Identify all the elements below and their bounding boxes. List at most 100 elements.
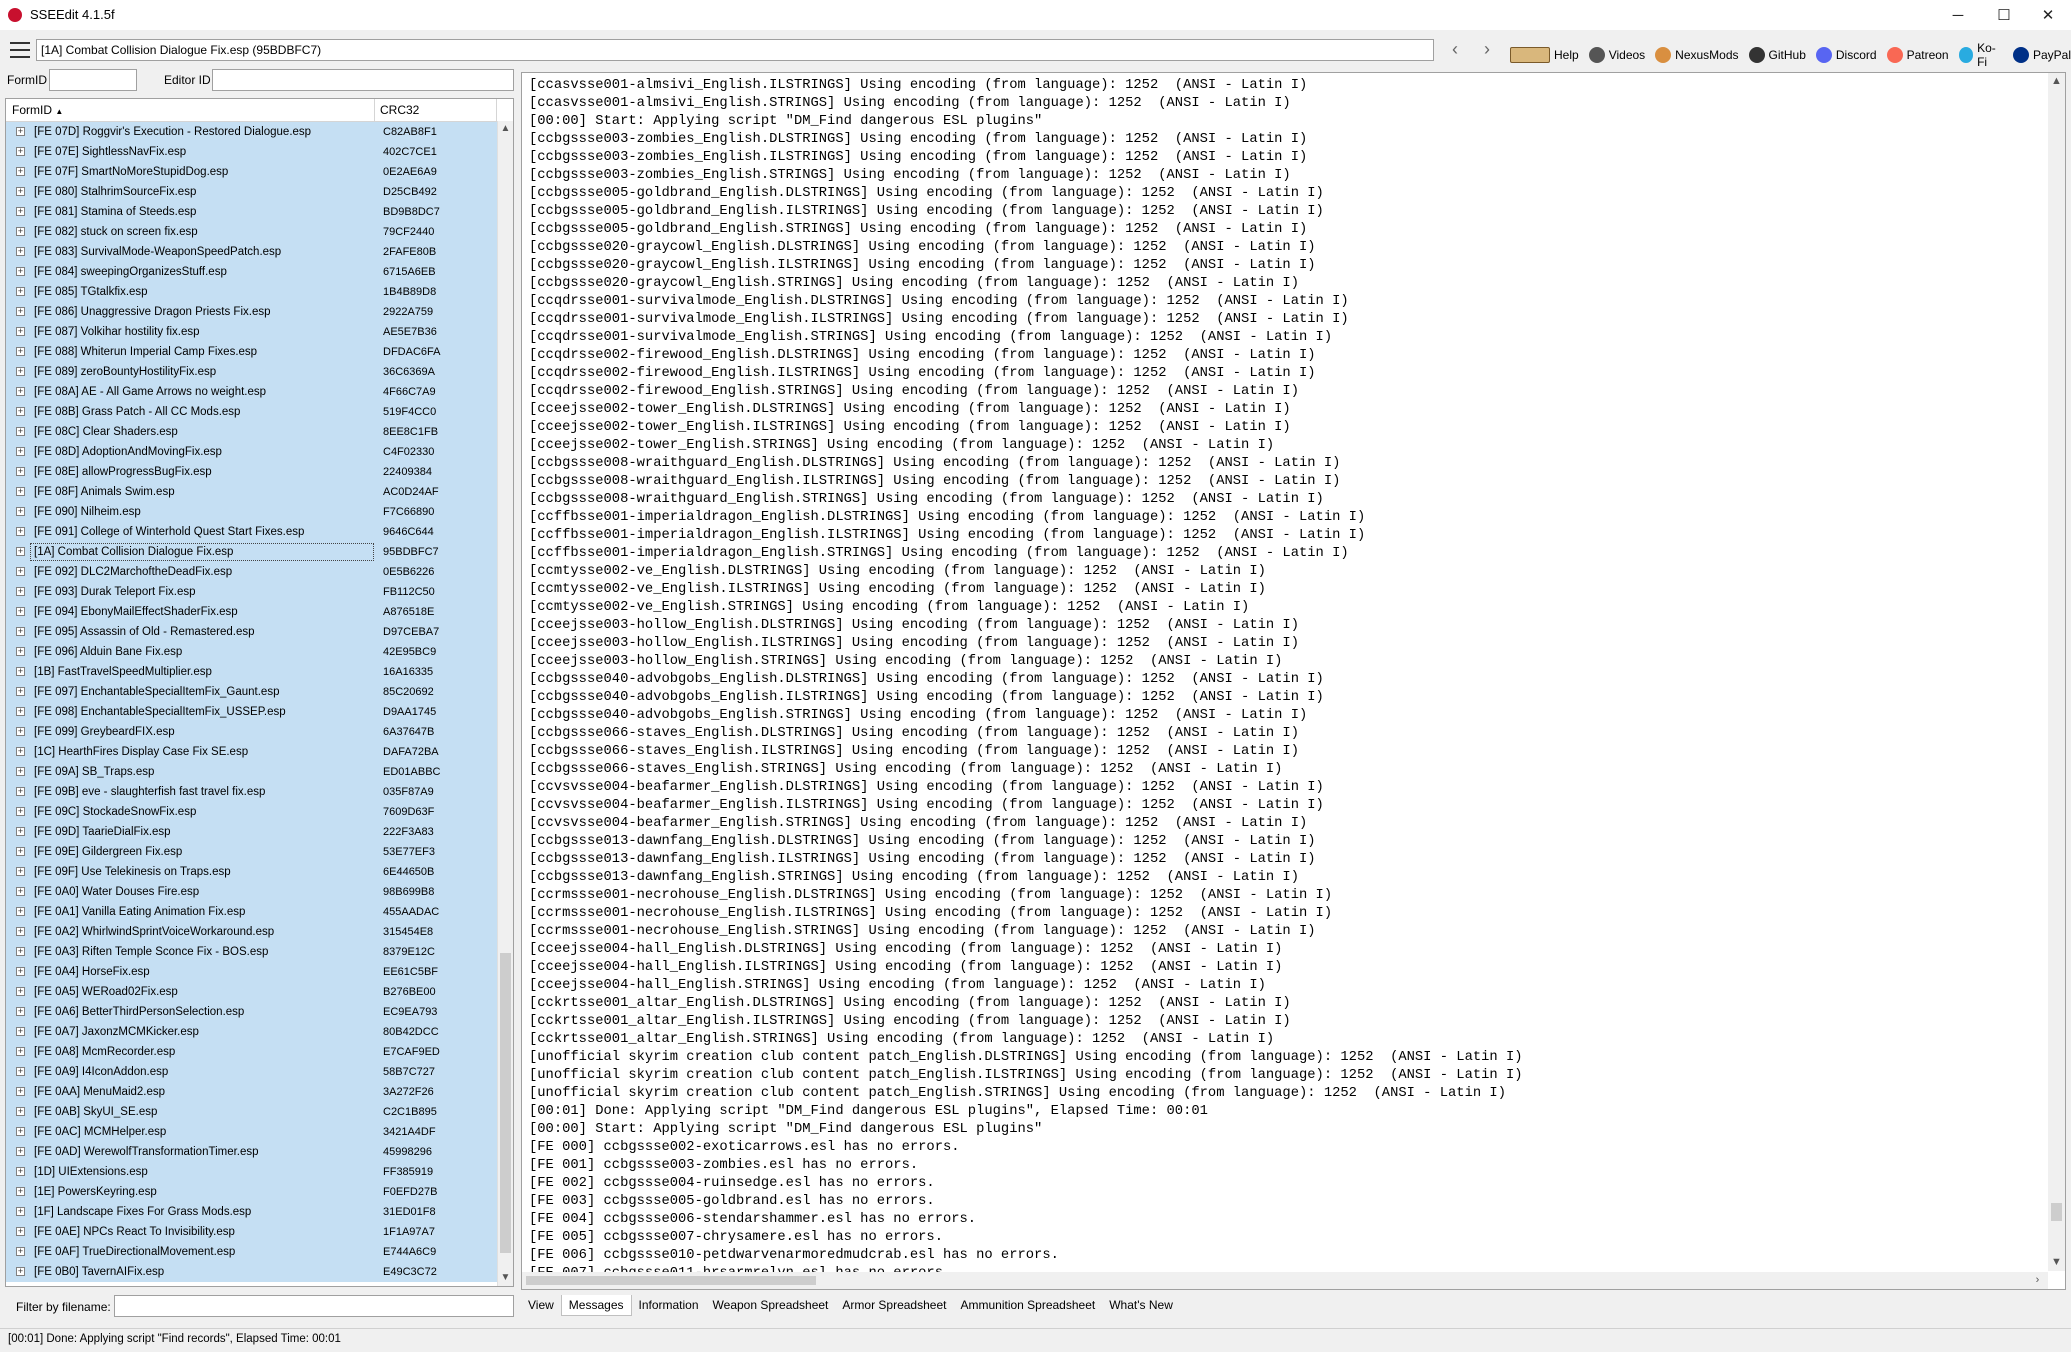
expand-icon[interactable]: +: [16, 667, 25, 676]
tree-row[interactable]: + [FE 09D] TaarieDialFix.esp 222F3A83: [6, 822, 499, 842]
tree-row[interactable]: + [FE 098] EnchantableSpecialItemFix_USSE…: [6, 702, 499, 722]
tree-row[interactable]: + [1E] PowersKeyring.esp F0EFD27B: [6, 1182, 499, 1202]
expand-icon[interactable]: +: [16, 387, 25, 396]
expand-icon[interactable]: +: [16, 607, 25, 616]
expand-icon[interactable]: +: [16, 1167, 25, 1176]
tree-row[interactable]: + [FE 0A2] WhirlwindSprintVoiceWorkaround…: [6, 922, 499, 942]
expand-icon[interactable]: +: [16, 807, 25, 816]
expand-icon[interactable]: +: [16, 627, 25, 636]
tab-what-s-new[interactable]: What's New: [1102, 1295, 1180, 1316]
link-patreon[interactable]: Patreon: [1886, 47, 1949, 63]
tree-row[interactable]: + [FE 0AB] SkyUI_SE.esp C2C1B895: [6, 1102, 499, 1122]
tree-row[interactable]: + [FE 0A4] HorseFix.esp EE61C5BF: [6, 962, 499, 982]
tree-row[interactable]: + [FE 07E] SightlessNavFix.esp 402C7CE1: [6, 142, 499, 162]
tree-row[interactable]: + [FE 0AC] MCMHelper.esp 3421A4DF: [6, 1122, 499, 1142]
tree-row[interactable]: + [FE 08D] AdoptionAndMovingFix.esp C4F023…: [6, 442, 499, 462]
expand-icon[interactable]: +: [16, 507, 25, 516]
expand-icon[interactable]: +: [16, 687, 25, 696]
scroll-thumb[interactable]: [2051, 1203, 2062, 1221]
tree-row[interactable]: + [FE 0A6] BetterThirdPersonSelection.esp…: [6, 1002, 499, 1022]
expand-icon[interactable]: +: [16, 927, 25, 936]
link-ko-fi[interactable]: Ko-Fi: [1958, 41, 2003, 69]
expand-icon[interactable]: +: [16, 267, 25, 276]
expand-icon[interactable]: +: [16, 347, 25, 356]
expand-icon[interactable]: +: [16, 747, 25, 756]
expand-icon[interactable]: +: [16, 847, 25, 856]
expand-icon[interactable]: +: [16, 487, 25, 496]
tree-row[interactable]: + [FE 085] TGtalkfix.esp 1B4B89D8: [6, 282, 499, 302]
tab-information[interactable]: Information: [632, 1295, 706, 1316]
expand-icon[interactable]: +: [16, 567, 25, 576]
tree-row[interactable]: + [FE 09B] eve - slaughterfish fast trave…: [6, 782, 499, 802]
expand-icon[interactable]: +: [16, 207, 25, 216]
expand-icon[interactable]: +: [16, 287, 25, 296]
tree-row[interactable]: + [FE 093] Durak Teleport Fix.esp FB112C50: [6, 582, 499, 602]
expand-icon[interactable]: +: [16, 587, 25, 596]
tree-row[interactable]: + [FE 0A0] Water Douses Fire.esp 98B699B8: [6, 882, 499, 902]
expand-icon[interactable]: +: [16, 147, 25, 156]
expand-icon[interactable]: +: [16, 127, 25, 136]
column-header-crc32[interactable]: CRC32: [380, 103, 419, 117]
expand-icon[interactable]: +: [16, 1207, 25, 1216]
expand-icon[interactable]: +: [16, 547, 25, 556]
tree-row[interactable]: + [1D] UIExtensions.esp FF385919: [6, 1162, 499, 1182]
expand-icon[interactable]: +: [16, 707, 25, 716]
link-discord[interactable]: Discord: [1815, 47, 1877, 63]
close-button[interactable]: ✕: [2025, 0, 2071, 30]
formid-input[interactable]: [49, 69, 137, 91]
expand-icon[interactable]: +: [16, 967, 25, 976]
tree-row[interactable]: + [FE 089] zeroBountyHostilityFix.esp 36C6…: [6, 362, 499, 382]
expand-icon[interactable]: +: [16, 987, 25, 996]
scroll-down-icon[interactable]: ▼: [2048, 1254, 2065, 1271]
tree-scrollbar[interactable]: ▲ ▼: [497, 121, 513, 1286]
tree-row[interactable]: + [FE 07F] SmartNoMoreStupidDog.esp 0E2AE6…: [6, 162, 499, 182]
expand-icon[interactable]: +: [16, 907, 25, 916]
expand-icon[interactable]: +: [16, 1087, 25, 1096]
expand-icon[interactable]: +: [16, 1027, 25, 1036]
link-github[interactable]: GitHub: [1748, 47, 1806, 63]
tree-row[interactable]: + [FE 097] EnchantableSpecialItemFix_Gaun…: [6, 682, 499, 702]
menu-icon[interactable]: [10, 42, 30, 58]
tree-row[interactable]: + [FE 095] Assassin of Old - Remastered.e…: [6, 622, 499, 642]
tree-row[interactable]: + [FE 080] StalhrimSourceFix.esp D25CB492: [6, 182, 499, 202]
tree-row[interactable]: + [1B] FastTravelSpeedMultiplier.esp 16A16…: [6, 662, 499, 682]
expand-icon[interactable]: +: [16, 1047, 25, 1056]
tree-row[interactable]: + [FE 088] Whiterun Imperial Camp Fixes.e…: [6, 342, 499, 362]
expand-icon[interactable]: +: [16, 1247, 25, 1256]
tree-row[interactable]: + [FE 0A9] I4IconAddon.esp 58B7C727: [6, 1062, 499, 1082]
expand-icon[interactable]: +: [16, 1067, 25, 1076]
messages-scrollbar[interactable]: ▲ ▼: [2048, 73, 2065, 1271]
tree-row[interactable]: + [FE 09C] StockadeSnowFix.esp 7609D63F: [6, 802, 499, 822]
expand-icon[interactable]: +: [16, 887, 25, 896]
expand-icon[interactable]: +: [16, 527, 25, 536]
expand-icon[interactable]: +: [16, 1227, 25, 1236]
tree-row[interactable]: + [FE 094] EbonyMailEffectShaderFix.esp A8…: [6, 602, 499, 622]
scroll-thumb[interactable]: [500, 953, 511, 1253]
tab-ammunition-spreadsheet[interactable]: Ammunition Spreadsheet: [953, 1295, 1102, 1316]
tab-armor-spreadsheet[interactable]: Armor Spreadsheet: [835, 1295, 953, 1316]
tree-row[interactable]: + [FE 0AE] NPCs React To Invisibility.esp…: [6, 1222, 499, 1242]
tree-row[interactable]: + [FE 08B] Grass Patch - All CC Mods.esp 5…: [6, 402, 499, 422]
expand-icon[interactable]: +: [16, 247, 25, 256]
tree-row[interactable]: + [FE 090] Nilheim.esp F7C66890: [6, 502, 499, 522]
tree-row[interactable]: + [FE 0AD] WerewolfTransformationTimer.es…: [6, 1142, 499, 1162]
expand-icon[interactable]: +: [16, 947, 25, 956]
expand-icon[interactable]: +: [16, 407, 25, 416]
messages-hscrollbar[interactable]: ›: [522, 1272, 2048, 1289]
tree-row[interactable]: + [1F] Landscape Fixes For Grass Mods.esp…: [6, 1202, 499, 1222]
tree-row[interactable]: + [FE 096] Alduin Bane Fix.esp 42E95BC9: [6, 642, 499, 662]
tree-row[interactable]: + [FE 092] DLC2MarchoftheDeadFix.esp 0E5B6…: [6, 562, 499, 582]
expand-icon[interactable]: +: [16, 307, 25, 316]
expand-icon[interactable]: +: [16, 1107, 25, 1116]
tree-row[interactable]: + [FE 086] Unaggressive Dragon Priests Fi…: [6, 302, 499, 322]
tree-row[interactable]: + [1C] HearthFires Display Case Fix SE.es…: [6, 742, 499, 762]
expand-icon[interactable]: +: [16, 467, 25, 476]
expand-icon[interactable]: +: [16, 1007, 25, 1016]
link-paypal[interactable]: PayPal: [2012, 47, 2071, 63]
back-arrow-icon[interactable]: ‹: [1444, 39, 1466, 61]
tree-row[interactable]: + [FE 08C] Clear Shaders.esp 8EE8C1FB: [6, 422, 499, 442]
tree-row[interactable]: + [FE 0A1] Vanilla Eating Animation Fix.e…: [6, 902, 499, 922]
scroll-down-icon[interactable]: ▼: [498, 1270, 513, 1286]
expand-icon[interactable]: +: [16, 1267, 25, 1276]
link-videos[interactable]: Videos: [1588, 47, 1645, 63]
